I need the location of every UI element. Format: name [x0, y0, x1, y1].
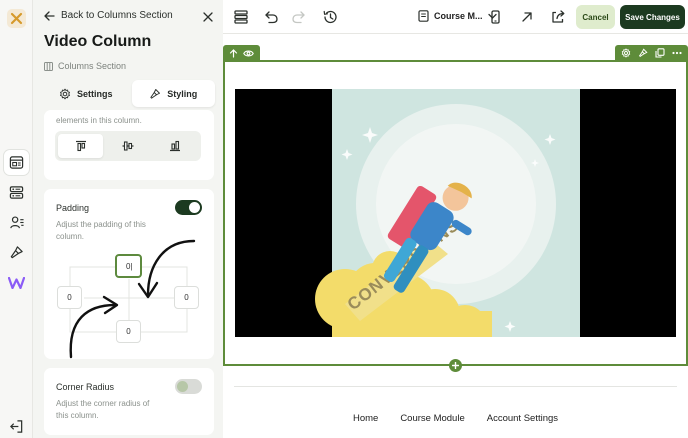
- users-icon[interactable]: [4, 210, 29, 235]
- annotation-arrows: [69, 239, 196, 359]
- selection-tag-left: [223, 45, 260, 61]
- tab-settings[interactable]: Settings: [44, 80, 128, 107]
- course-selector[interactable]: Course M...: [418, 10, 497, 22]
- server-icon[interactable]: [4, 180, 29, 205]
- footer-link-course-module[interactable]: Course Module: [400, 413, 464, 424]
- selection-tag-right: [615, 45, 688, 61]
- open-external-icon[interactable]: [519, 9, 535, 25]
- tab-settings-label: Settings: [76, 88, 113, 99]
- document-icon: [418, 10, 429, 22]
- footer-divider: [234, 386, 677, 387]
- corner-radius-card: Corner Radius Adjust the corner radius o…: [44, 368, 214, 435]
- panel-tabs: Settings Styling: [44, 80, 215, 107]
- back-link-label: Back to Columns Section: [61, 10, 173, 21]
- redo-icon[interactable]: [291, 9, 307, 25]
- gear-icon: [60, 88, 70, 99]
- share-icon[interactable]: [550, 9, 566, 25]
- app-logo[interactable]: [7, 9, 26, 28]
- brush-icon: [150, 88, 161, 99]
- vertical-alignment-group: [55, 131, 201, 161]
- gear-icon[interactable]: [621, 48, 631, 58]
- arrow-up-icon[interactable]: [229, 48, 238, 58]
- add-section-button[interactable]: [449, 359, 462, 372]
- column-settings-panel: Back to Columns Section Video Column Col…: [33, 0, 223, 438]
- mobile-preview-icon[interactable]: [487, 9, 503, 25]
- video-thumbnail: CONVERSIONS: [315, 89, 580, 337]
- course-selector-label: Course M...: [434, 11, 483, 21]
- page-title: Video Column: [44, 33, 152, 50]
- cancel-button[interactable]: Cancel: [576, 5, 615, 29]
- align-center-icon: [122, 141, 134, 151]
- tab-styling-label: Styling: [167, 88, 198, 99]
- footer-link-home[interactable]: Home: [353, 413, 378, 424]
- history-icon[interactable]: [322, 9, 338, 25]
- corner-radius-toggle[interactable]: [175, 379, 202, 394]
- more-icon[interactable]: [672, 51, 682, 55]
- left-rail: [0, 0, 33, 438]
- eye-icon[interactable]: [243, 49, 255, 58]
- columns-icon: [44, 61, 53, 71]
- toggle-knob: [177, 381, 188, 392]
- pages-icon[interactable]: [4, 150, 29, 175]
- editor-toolbar: Course M... Cancel Save Changes: [223, 0, 688, 34]
- close-icon[interactable]: [201, 10, 215, 24]
- back-link[interactable]: Back to Columns Section: [44, 10, 173, 21]
- padding-card: Padding Adjust the padding of this colum…: [44, 189, 214, 359]
- brand-w-icon[interactable]: [4, 270, 29, 295]
- align-top-button[interactable]: [58, 134, 104, 158]
- page-canvas: CONVERSIONS Home Course Module Account S…: [223, 34, 688, 438]
- layers-icon[interactable]: [233, 9, 249, 25]
- corner-radius-description: Adjust the corner radius of this column.: [56, 399, 150, 420]
- undo-icon[interactable]: [263, 9, 279, 25]
- breadcrumb-label: Columns Section: [58, 61, 127, 71]
- alignment-card: elements in this column.: [44, 110, 214, 180]
- footer-link-account-settings[interactable]: Account Settings: [487, 413, 558, 424]
- brush-icon[interactable]: [638, 48, 648, 58]
- duplicate-icon[interactable]: [655, 48, 665, 58]
- tab-styling[interactable]: Styling: [131, 80, 215, 107]
- corner-radius-label: Corner Radius: [56, 382, 115, 392]
- breadcrumb: Columns Section: [44, 61, 126, 71]
- logout-icon[interactable]: [4, 414, 29, 438]
- brush-icon[interactable]: [4, 240, 29, 265]
- align-top-icon: [75, 140, 86, 152]
- footer-nav: Home Course Module Account Settings: [223, 413, 688, 424]
- padding-editor: 0| 0 0 0: [44, 189, 214, 359]
- align-center-button[interactable]: [105, 134, 150, 158]
- save-changes-button[interactable]: Save Changes: [620, 5, 685, 29]
- arrow-left-icon: [44, 10, 55, 21]
- align-bottom-icon: [170, 140, 181, 152]
- video-player[interactable]: CONVERSIONS: [235, 89, 676, 337]
- align-bottom-button[interactable]: [153, 134, 198, 158]
- plus-icon: [452, 362, 459, 369]
- alignment-description: elements in this column.: [56, 116, 142, 125]
